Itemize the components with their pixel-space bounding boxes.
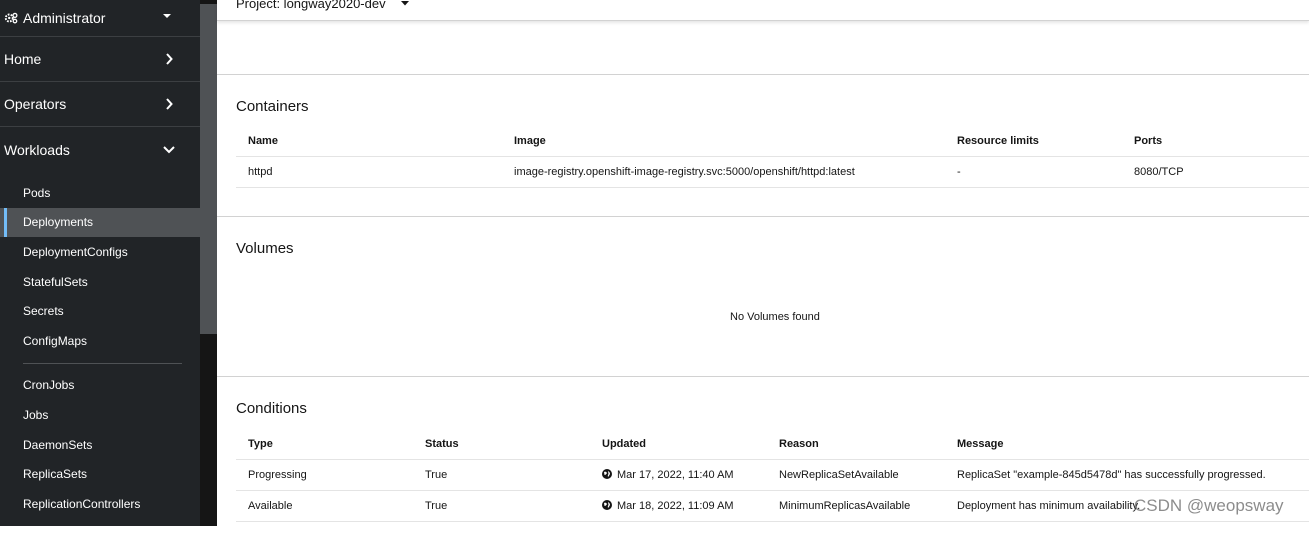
table-row-divider [236, 156, 1309, 157]
sidebar-item-deployments[interactable]: Deployments [0, 207, 200, 238]
project-bar: Project: longway2020-dev [217, 0, 1309, 21]
condition-type: Available [248, 500, 293, 512]
column-header: Name [248, 135, 278, 147]
container-resource-limits: - [957, 166, 961, 178]
perspective-switcher[interactable]: Administrator [0, 0, 200, 37]
nav-section-operators[interactable]: Operators [0, 82, 200, 127]
project-selector[interactable]: Project: longway2020-dev [236, 0, 410, 11]
sidebar-item-horizontalpodautoscalers[interactable]: HorizontalPodAutoscalers [0, 519, 200, 548]
condition-updated: Mar 18, 2022, 11:09 AM [602, 500, 734, 512]
condition-type: Progressing [248, 469, 307, 481]
condition-reason: NewReplicaSetAvailable [779, 469, 899, 481]
section-divider [217, 216, 1309, 217]
condition-message: ReplicaSet "example-845d5478d" has succe… [957, 469, 1266, 481]
condition-updated: Mar 17, 2022, 11:40 AM [602, 469, 734, 481]
volumes-title: Volumes [236, 240, 294, 257]
sidebar-item-statefulsets[interactable]: StatefulSets [0, 267, 200, 297]
container-name[interactable]: httpd [248, 166, 272, 178]
sidebar-item-jobs[interactable]: Jobs [0, 400, 200, 430]
container-image: image-registry.openshift-image-registry.… [514, 166, 855, 178]
sidebar-item-deploymentconfigs[interactable]: DeploymentConfigs [0, 237, 200, 267]
main-content: Project: longway2020-dev Containers Name… [217, 0, 1309, 526]
sidebar-item-replicasets[interactable]: ReplicaSets [0, 459, 200, 489]
watermark: CSDN @weopsway [1134, 496, 1284, 515]
column-header: Message [957, 438, 1004, 450]
globe-icon [602, 469, 612, 479]
table-row-divider [236, 459, 1309, 460]
table-row-divider [236, 187, 1309, 188]
section-divider [217, 74, 1309, 75]
sidebar-item-configmaps[interactable]: ConfigMaps [0, 326, 200, 356]
sidebar-item-daemonsets[interactable]: DaemonSets [0, 430, 200, 460]
globe-icon [602, 500, 612, 510]
gear-icon [4, 12, 18, 24]
perspective-label: Administrator [23, 10, 106, 26]
column-header: Image [514, 135, 546, 147]
condition-message: Deployment has minimum availability. [957, 500, 1141, 512]
nav-section-label: Home [4, 51, 42, 67]
volumes-empty-state: No Volumes found [730, 311, 820, 323]
table-row-divider [236, 521, 1309, 522]
sidebar: Administrator Home Operators Workloads P… [0, 0, 200, 540]
sidebar-item-pods[interactable]: Pods [0, 178, 200, 208]
sidebar-item-cronjobs[interactable]: CronJobs [0, 371, 200, 401]
sidebar-scrollbar-thumb[interactable] [200, 4, 217, 334]
nav-section-home[interactable]: Home [0, 37, 200, 82]
conditions-title: Conditions [236, 400, 307, 417]
condition-updated-text: Mar 18, 2022, 11:09 AM [617, 500, 734, 512]
section-divider [217, 376, 1309, 377]
chevron-right-icon [166, 53, 173, 65]
project-label: Project: longway2020-dev [236, 0, 386, 11]
sidebar-item-secrets[interactable]: Secrets [0, 296, 200, 326]
chevron-right-icon [166, 98, 173, 110]
container-ports: 8080/TCP [1134, 166, 1184, 178]
condition-reason: MinimumReplicasAvailable [779, 500, 911, 512]
condition-status: True [425, 500, 448, 512]
nav-section-workloads[interactable]: Workloads [0, 127, 200, 172]
column-header: Status [425, 438, 459, 450]
condition-updated-text: Mar 17, 2022, 11:40 AM [617, 469, 734, 481]
condition-status: True [425, 469, 448, 481]
containers-title: Containers [236, 98, 309, 115]
column-header: Reason [779, 438, 819, 450]
nav-section-label: Workloads [4, 141, 70, 158]
sidebar-item-replicationcontrollers[interactable]: ReplicationControllers [0, 489, 200, 519]
nav-section-label: Operators [4, 96, 67, 112]
column-header: Ports [1134, 135, 1163, 147]
chevron-down-icon [163, 146, 175, 154]
column-header: Updated [602, 438, 646, 450]
caret-down-icon [400, 1, 409, 6]
table-row-divider [236, 490, 1309, 491]
caret-down-icon [163, 14, 171, 18]
column-header: Resource limits [957, 135, 1039, 147]
workloads-sub-list: Pods Deployments DeploymentConfigs State… [0, 172, 200, 548]
column-header: Type [248, 438, 273, 450]
sidebar-divider [23, 362, 182, 364]
